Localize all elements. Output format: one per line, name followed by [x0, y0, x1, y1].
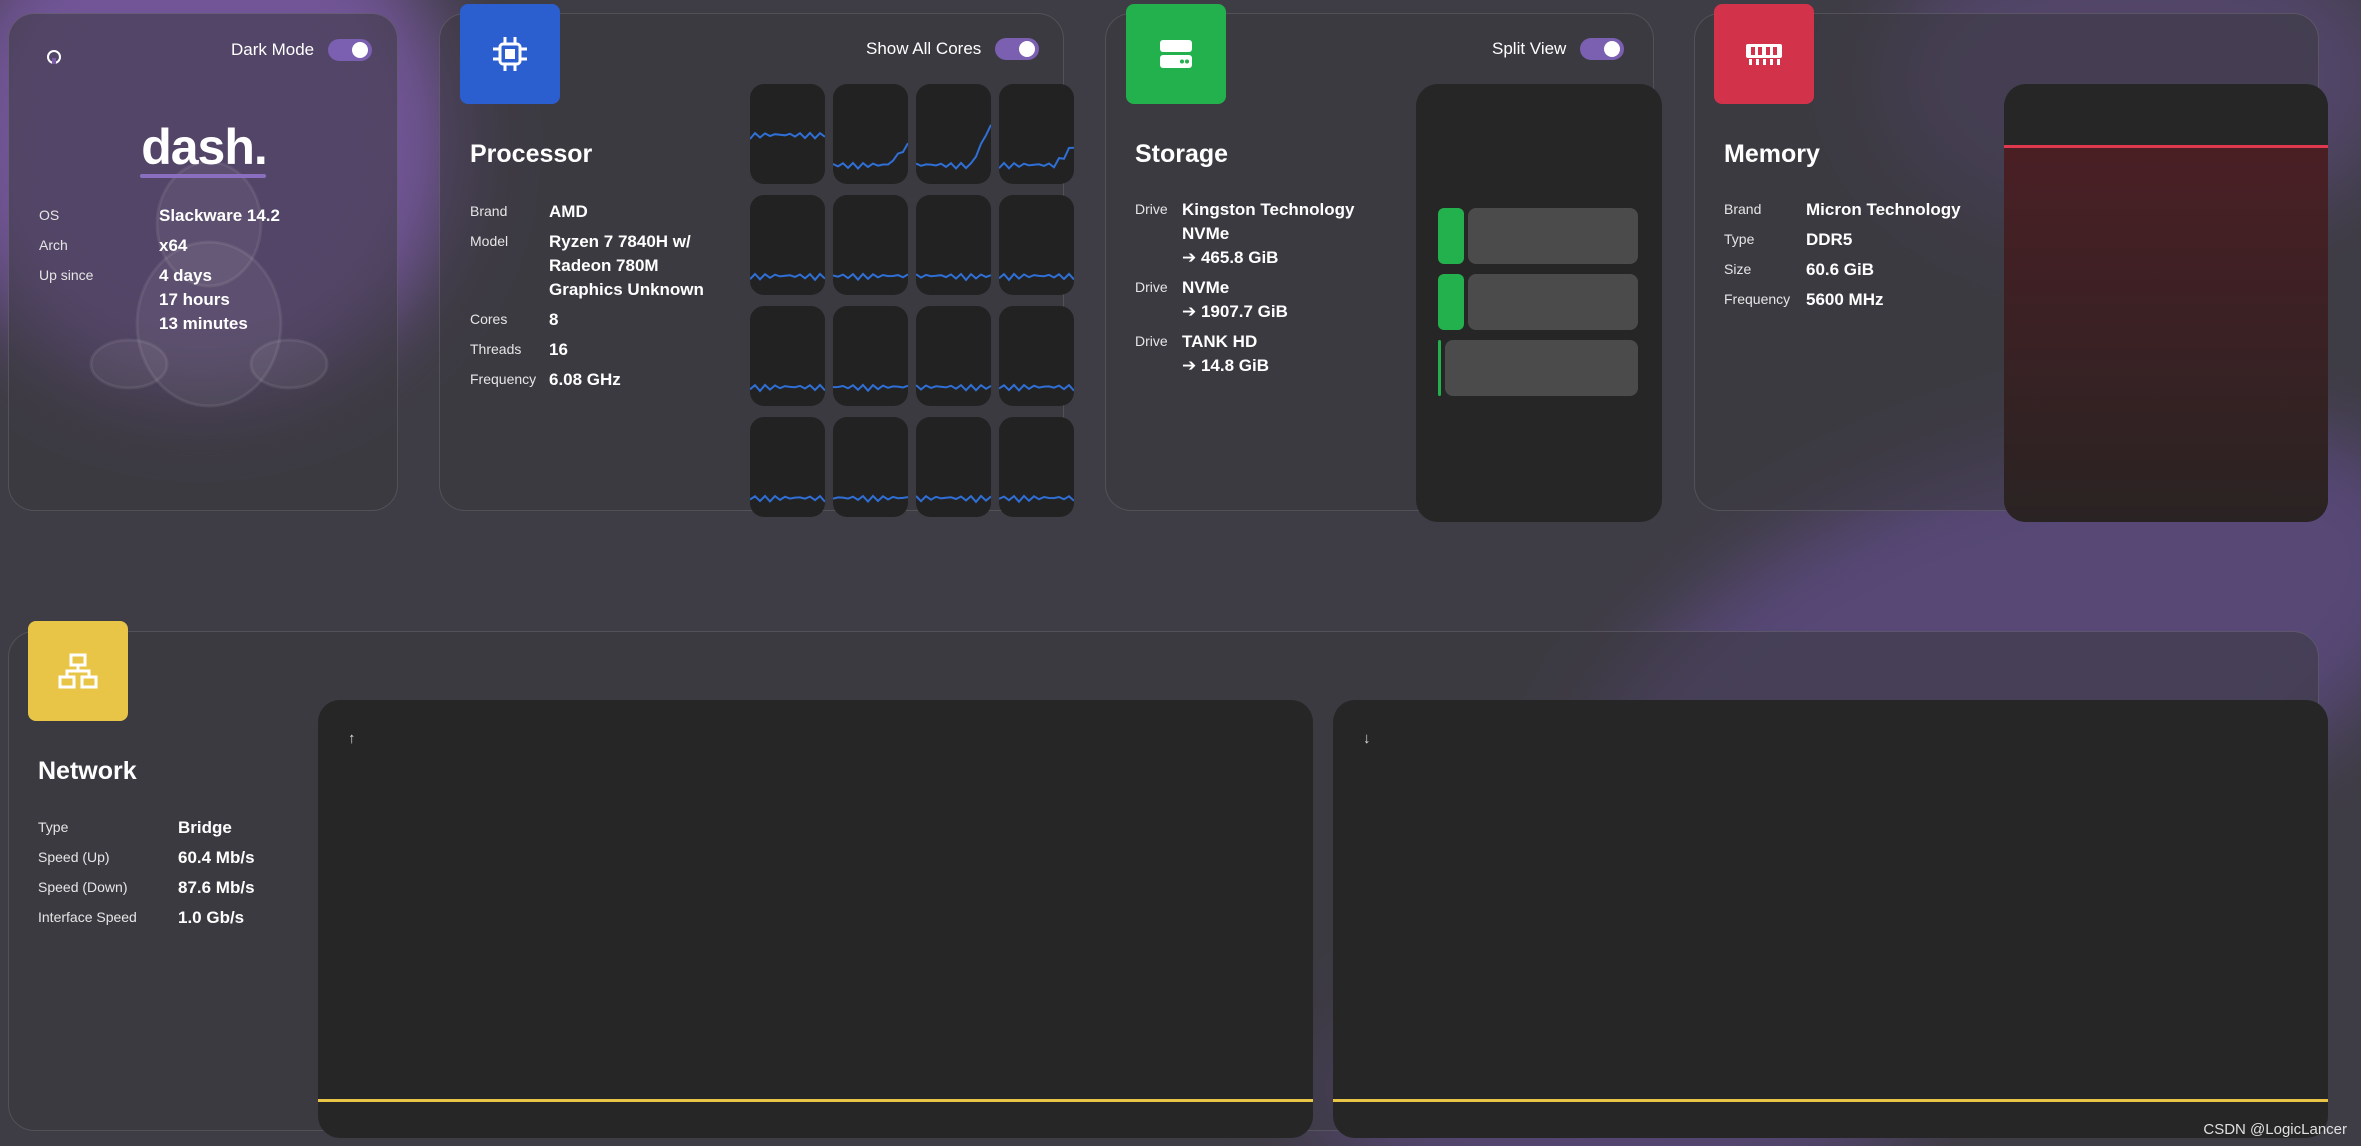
upload-graph: ↑ — [318, 700, 1313, 1138]
disk-usage-bar — [1438, 274, 1638, 330]
network-icon — [58, 653, 98, 689]
network-badge — [28, 621, 128, 721]
system-value: Slackware 14.2 — [159, 206, 280, 225]
show-all-cores-switch[interactable] — [995, 38, 1040, 60]
system-card: Dark Mode dash. OS Slackware 14.2 Arch x64 U… — [8, 13, 398, 511]
memory-graph — [2004, 84, 2328, 522]
dark-mode-switch[interactable] — [328, 39, 373, 61]
processor-value: 16 — [549, 340, 568, 359]
disk-free-segment — [1445, 340, 1638, 396]
upload-line — [318, 1099, 1313, 1102]
memory-badge — [1714, 4, 1814, 104]
core-graph — [750, 417, 825, 517]
disk-usage-bar — [1438, 208, 1638, 264]
network-title: Network — [38, 757, 137, 785]
upload-arrow-icon: ↑ — [348, 730, 356, 747]
system-key: OS — [39, 207, 60, 223]
memory-title: Memory — [1724, 140, 1820, 168]
core-graph — [750, 84, 825, 184]
storage-key: Drive — [1135, 333, 1168, 349]
memory-line — [2004, 145, 2328, 148]
memory-key: Frequency — [1724, 291, 1791, 307]
storage-title: Storage — [1135, 140, 1229, 168]
memory-info: Brand Micron Technology Type DDR5 Size 60.6 G… — [1724, 198, 2006, 312]
network-key: Speed (Up) — [38, 849, 110, 865]
core-graph — [750, 195, 825, 295]
memory-value: DDR5 — [1806, 230, 1853, 249]
disk-used-segment — [1438, 208, 1464, 264]
core-graph — [999, 417, 1074, 517]
cpu-icon — [493, 37, 527, 71]
processor-key: Model — [470, 233, 509, 249]
network-key: Interface Speed — [38, 909, 137, 925]
core-graph — [916, 306, 991, 406]
hard-drive-icon — [1160, 40, 1192, 68]
processor-info: Brand AMD Model Ryzen 7 7840H w/ Radeon 780… — [470, 200, 749, 392]
dark-mode-label: Dark Mode — [231, 40, 315, 59]
processor-badge — [460, 4, 560, 104]
core-graph — [750, 306, 825, 406]
memory-value: Micron Technology — [1806, 200, 1961, 219]
processor-key: Threads — [470, 341, 522, 357]
system-value: 4 days 17 hours 13 minutes — [159, 266, 248, 333]
processor-value: 6.08 GHz — [549, 370, 621, 389]
show-all-cores-label: Show All Cores — [866, 39, 982, 58]
memory-fill — [2004, 146, 2328, 522]
disk-free-segment — [1468, 208, 1638, 264]
core-graph — [833, 195, 908, 295]
memory-key: Size — [1724, 261, 1752, 277]
network-key: Speed (Down) — [38, 879, 128, 895]
split-view-label: Split View — [1492, 39, 1567, 58]
app-logo: dash. — [141, 119, 268, 175]
storage-badge — [1126, 4, 1226, 104]
processor-title: Processor — [470, 140, 593, 168]
system-value: x64 — [159, 236, 188, 255]
disk-used-segment — [1438, 274, 1464, 330]
core-graph — [833, 306, 908, 406]
core-graph — [833, 84, 908, 184]
download-graph: ↓ — [1333, 700, 2328, 1138]
processor-value: AMD — [549, 202, 588, 221]
processor-value: Ryzen 7 7840H w/ Radeon 780M Graphics Un… — [549, 232, 704, 299]
network-key: Type — [38, 819, 69, 835]
processor-key: Brand — [470, 203, 508, 219]
storage-info: Drive Kingston Technology NVMe ➔ 465.8 Gi… — [1135, 198, 1382, 378]
memory-value: 60.6 GiB — [1806, 260, 1875, 279]
core-graph — [999, 306, 1074, 406]
download-line — [1333, 1099, 2328, 1102]
download-arrow-icon: ↓ — [1363, 730, 1371, 747]
disk-usage-bar — [1438, 340, 1638, 396]
storage-value: NVMe ➔ 1907.7 GiB — [1182, 278, 1288, 321]
system-key: Up since — [39, 267, 94, 283]
core-graph — [999, 84, 1074, 184]
storage-key: Drive — [1135, 201, 1168, 217]
core-graph — [916, 417, 991, 517]
watermark: CSDN @LogicLancer — [2203, 1121, 2347, 1138]
storage-value: Kingston Technology NVMe ➔ 465.8 GiB — [1182, 200, 1355, 267]
show-all-cores-toggle[interactable]: Show All Cores — [866, 38, 1040, 60]
storage-key: Drive — [1135, 279, 1168, 295]
processor-key: Cores — [470, 311, 508, 327]
split-view-switch[interactable] — [1580, 38, 1625, 60]
memory-key: Type — [1724, 231, 1755, 247]
logo-underline — [140, 174, 266, 178]
core-graph — [999, 195, 1074, 295]
processor-key: Frequency — [470, 371, 537, 387]
memory-value: 5600 MHz — [1806, 290, 1884, 309]
github-icon[interactable] — [43, 46, 65, 68]
disk-used-segment — [1438, 340, 1441, 396]
system-info: OS Slackware 14.2 Arch x64 Up since 4 days 17… — [39, 204, 379, 336]
system-key: Arch — [39, 237, 68, 253]
core-graph — [916, 84, 991, 184]
storage-panel — [1416, 84, 1662, 522]
ram-icon — [1746, 44, 1782, 65]
storage-value: TANK HD ➔ 14.8 GiB — [1182, 332, 1270, 375]
processor-value: 8 — [549, 310, 559, 329]
memory-key: Brand — [1724, 201, 1762, 217]
disk-free-segment — [1468, 274, 1638, 330]
split-view-toggle[interactable]: Split View — [1492, 38, 1625, 60]
dark-mode-toggle[interactable]: Dark Mode — [231, 39, 373, 61]
core-graph — [916, 195, 991, 295]
core-graph — [833, 417, 908, 517]
